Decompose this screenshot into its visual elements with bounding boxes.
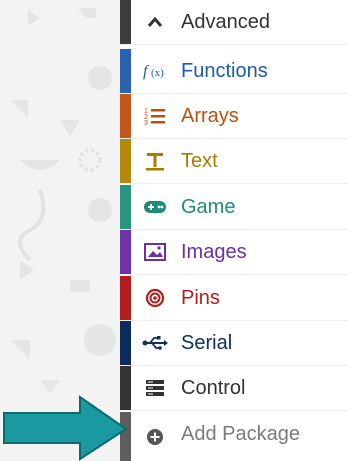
toolbox-item-game[interactable]: Game [120, 185, 348, 230]
plus-circle-icon [142, 412, 168, 461]
toolbox-item-label: Control [181, 377, 246, 399]
usb-icon [142, 321, 168, 365]
toolbox-item-label: Text [181, 150, 218, 172]
text-icon [142, 139, 168, 183]
category-color-bar [120, 230, 131, 274]
toolbox-item-control[interactable]: Control [120, 366, 348, 411]
toolbox-item-label: Serial [181, 332, 233, 354]
toolbox-item-label: Advanced [181, 11, 270, 33]
numbered-list-icon: 123 [142, 94, 168, 138]
toolbox-item-label: Game [181, 196, 236, 218]
category-color-bar [120, 94, 131, 138]
toolbox-item-pins[interactable]: Pins [120, 276, 348, 321]
toolbox-item-images[interactable]: Images [120, 230, 348, 275]
server-icon [142, 366, 168, 410]
toolbox-item-label: Functions [181, 60, 268, 82]
toolbox-item-label: Pins [181, 287, 220, 309]
pointer-arrow-icon [3, 395, 128, 461]
category-color-bar [120, 185, 131, 229]
category-color-bar [120, 0, 131, 44]
function-icon: f (x) [142, 49, 168, 93]
target-icon [142, 276, 168, 320]
category-color-bar [120, 321, 131, 365]
chevron-up-icon [142, 0, 168, 44]
background-decoration [10, 8, 116, 394]
svg-text:f: f [143, 63, 150, 80]
toolbox-item-arrays[interactable]: 123 Arrays [120, 94, 348, 139]
svg-text:3: 3 [144, 120, 148, 126]
toolbox-item-label: Arrays [181, 105, 239, 127]
gamepad-icon [142, 185, 168, 229]
toolbox-item-functions[interactable]: f (x) Functions [120, 49, 348, 94]
toolbox: Advanced f (x) Functions 123 Arrays Text … [120, 0, 348, 461]
toolbox-item-advanced[interactable]: Advanced [120, 0, 348, 45]
toolbox-item-text[interactable]: Text [120, 139, 348, 184]
toolbox-item-serial[interactable]: Serial [120, 321, 348, 366]
toolbox-item-add-package[interactable]: Add Package [120, 412, 348, 461]
toolbox-item-label: Images [181, 241, 247, 263]
category-color-bar [120, 276, 131, 320]
category-color-bar [120, 49, 131, 93]
svg-text:(x): (x) [151, 67, 164, 79]
image-icon [142, 230, 168, 274]
toolbox-item-label: Add Package [181, 423, 300, 445]
category-color-bar [120, 139, 131, 183]
